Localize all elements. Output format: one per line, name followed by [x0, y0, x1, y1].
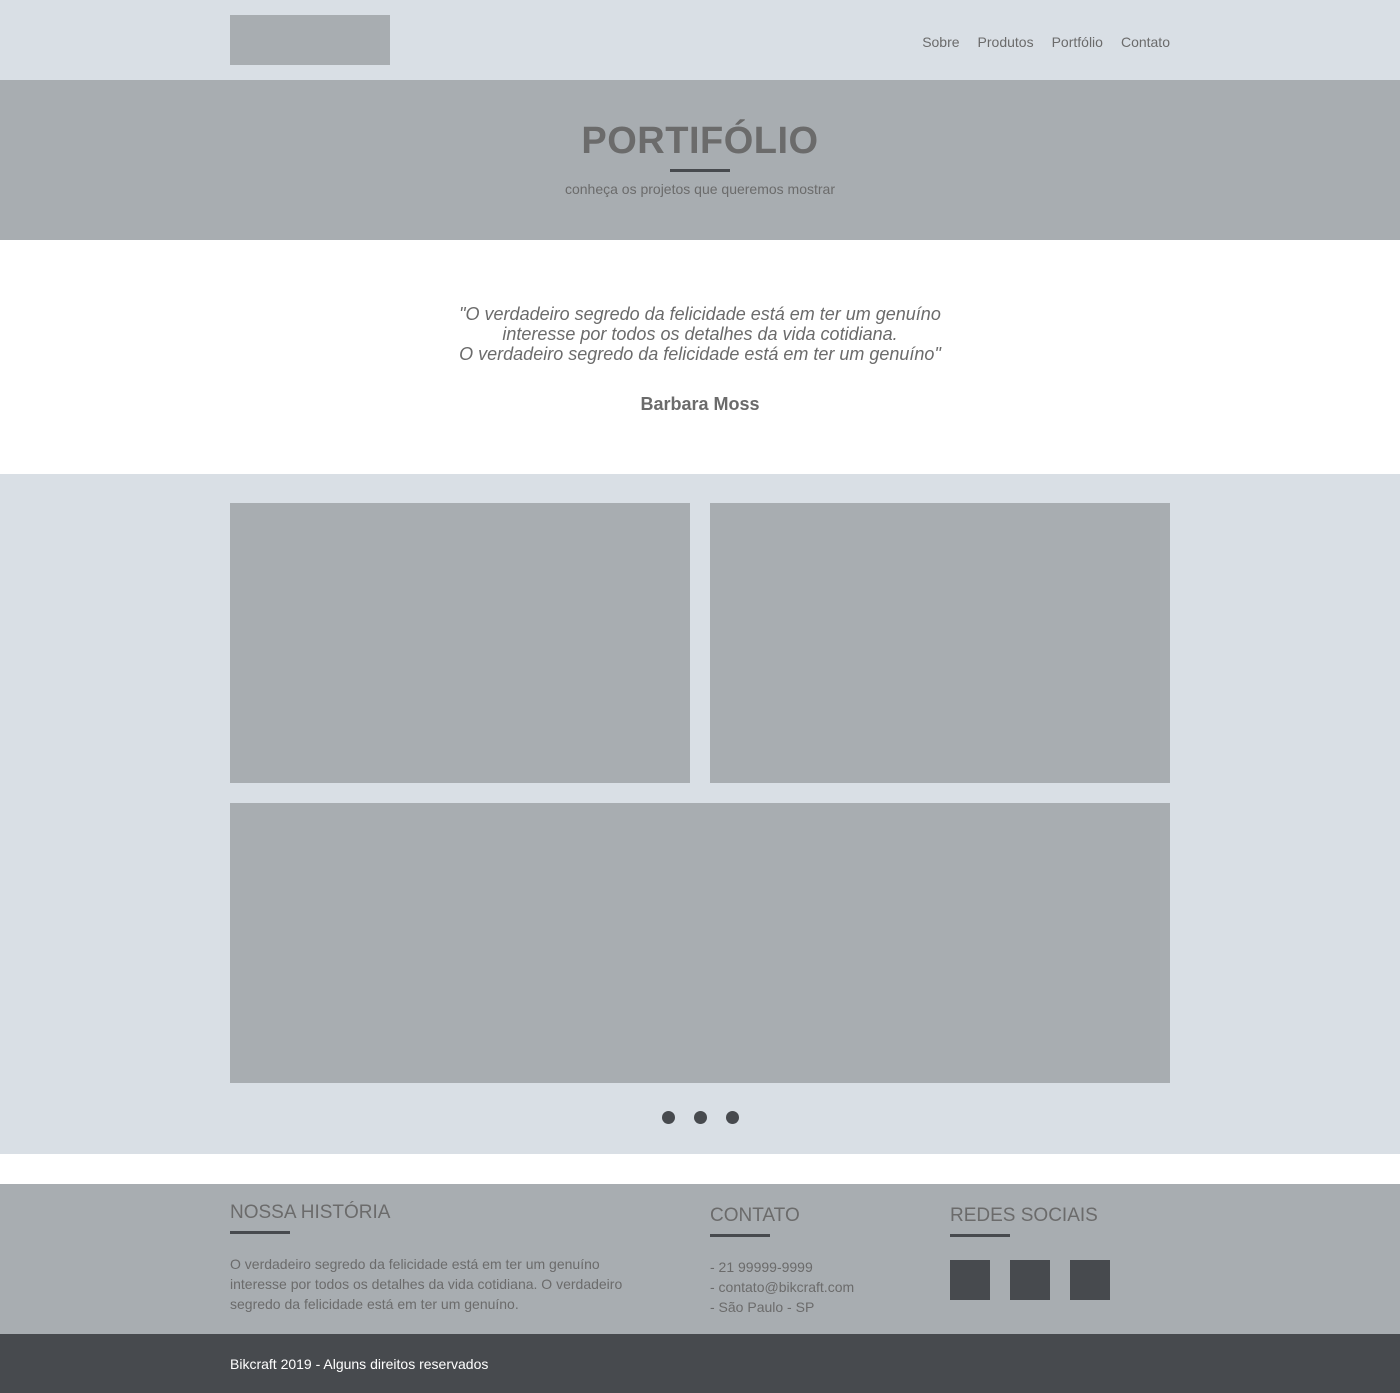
carousel-dot-2[interactable]	[693, 1111, 707, 1124]
page-title: PORTIFÓLIO	[581, 120, 819, 162]
copyright-text: Bikcraft 2019 - Alguns direitos reservad…	[230, 1356, 489, 1372]
social-icon-3[interactable]	[1070, 1260, 1110, 1300]
gallery-row	[230, 503, 1170, 783]
nav-portfolio[interactable]: Portfólio	[1052, 33, 1103, 51]
social-icon-1[interactable]	[950, 1260, 990, 1300]
nav-contato[interactable]: Contato	[1121, 33, 1170, 51]
main-nav: Sobre Produtos Portfólio Contato	[904, 33, 1170, 51]
portfolio-image-1[interactable]	[230, 503, 690, 783]
footer-historia: NOSSA HISTÓRIA O verdadeiro segredo da f…	[230, 1184, 630, 1314]
copyright-bar: Bikcraft 2019 - Alguns direitos reservad…	[0, 1334, 1400, 1393]
historia-text: O verdadeiro segredo da felicidade está …	[230, 1256, 623, 1312]
portfolio-gallery	[0, 474, 1400, 1154]
site-header: Sobre Produtos Portfólio Contato	[0, 0, 1400, 80]
page-subtitle: conheça os projetos que queremos mostrar	[564, 181, 836, 197]
social-icon-2[interactable]	[1010, 1260, 1050, 1300]
nav-sobre[interactable]: Sobre	[922, 33, 959, 51]
social-icons	[950, 1260, 1170, 1300]
title-divider	[670, 169, 730, 172]
quote-section: "O verdadeiro segredo da felicidade está…	[0, 240, 1400, 474]
hero-section: PORTIFÓLIO conheça os projetos que quere…	[0, 80, 1400, 240]
contato-title: CONTATO	[710, 1205, 800, 1226]
carousel-dots	[230, 1111, 1170, 1124]
nav-produtos[interactable]: Produtos	[978, 33, 1034, 51]
logo-placeholder[interactable]	[230, 15, 390, 65]
redes-title: REDES SOCIAIS	[950, 1205, 1098, 1226]
carousel-dot-1[interactable]	[661, 1111, 675, 1124]
quote-line: O verdadeiro segredo da felicidade está …	[459, 344, 941, 364]
site-footer: NOSSA HISTÓRIA O verdadeiro segredo da f…	[0, 1184, 1400, 1334]
quote-text: "O verdadeiro segredo da felicidade está…	[0, 240, 1400, 364]
footer-contato: CONTATO - 21 99999-9999 - contato@bikcra…	[710, 1184, 910, 1317]
contact-email[interactable]: - contato@bikcraft.com	[710, 1277, 910, 1297]
portfolio-image-2[interactable]	[710, 503, 1170, 783]
section-spacer	[0, 1154, 1400, 1184]
quote-author: Barbara Moss	[640, 394, 760, 414]
contact-phone: - 21 99999-9999	[710, 1259, 813, 1275]
portfolio-image-3[interactable]	[230, 803, 1170, 1083]
contact-location: - São Paulo - SP	[710, 1299, 815, 1315]
carousel-dot-3[interactable]	[725, 1111, 739, 1124]
footer-redes: REDES SOCIAIS	[950, 1184, 1170, 1300]
contato-underline	[710, 1234, 770, 1237]
redes-underline	[950, 1234, 1010, 1237]
quote-line: interesse por todos os detalhes da vida …	[502, 324, 898, 344]
quote-line: "O verdadeiro segredo da felicidade está…	[459, 304, 941, 324]
historia-title: NOSSA HISTÓRIA	[230, 1202, 391, 1223]
contact-list: - 21 99999-9999 - contato@bikcraft.com -…	[710, 1257, 910, 1317]
historia-underline	[230, 1231, 290, 1234]
